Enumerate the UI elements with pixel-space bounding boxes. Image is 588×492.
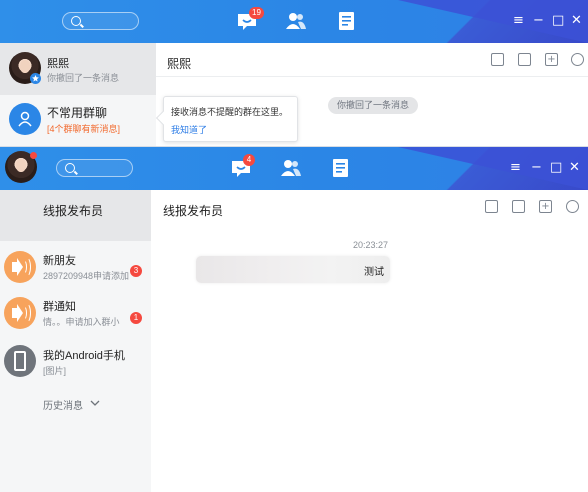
contact-preview: 你撤回了一条消息 xyxy=(47,73,120,83)
menu-icon[interactable]: ≡ xyxy=(513,14,524,28)
front-window: 4 ≡ − □ ✕ 线报发布员 新朋友 2897209948申请添加 3 群通知… xyxy=(0,146,588,492)
group-folder-item[interactable]: 不常用群聊 [4个群聊有新消息] xyxy=(0,95,156,146)
speaker-icon xyxy=(4,251,36,283)
phone-icon[interactable] xyxy=(512,200,525,213)
unread-badge: 4 xyxy=(243,154,255,166)
android-device-preview: [图片] xyxy=(43,366,67,376)
maximize-icon[interactable]: □ xyxy=(552,14,564,28)
settings-icon[interactable] xyxy=(571,53,584,66)
list-item[interactable]: 新朋友 2897209948申请添加 3 xyxy=(0,243,151,290)
message-bubble[interactable]: 测试 xyxy=(196,256,390,283)
phone-icon[interactable] xyxy=(518,53,531,66)
chat-title: 线报发布员 xyxy=(163,204,224,218)
search-icon xyxy=(71,16,81,26)
list-item[interactable]: 熙熙 你撤回了一条消息 xyxy=(0,43,156,95)
chevron-down-icon xyxy=(90,400,100,406)
tooltip-text: 接收消息不提醒的群在这里。 xyxy=(171,107,289,117)
notes-icon[interactable] xyxy=(330,158,352,178)
notes-icon[interactable] xyxy=(336,11,358,31)
system-message: 你撤回了一条消息 xyxy=(328,97,419,114)
chat-panel: 线报发布员 + 20:23:27 测试 xyxy=(151,190,588,492)
search-box[interactable] xyxy=(56,159,133,177)
contacts-icon[interactable] xyxy=(285,11,307,31)
list-item[interactable]: 我的Android手机 [图片] xyxy=(0,342,151,389)
search-icon xyxy=(65,163,75,173)
new-friends-badge: 3 xyxy=(130,265,142,277)
title-bar: 19 ≡ − □ ✕ xyxy=(0,0,588,43)
phone-device-icon xyxy=(4,345,36,377)
history-label: 历史消息 xyxy=(43,401,83,412)
list-item[interactable]: 群通知 情。。申请加入群小 1 xyxy=(0,292,151,339)
minimize-icon[interactable]: − xyxy=(533,14,544,28)
chat-title: 熙熙 xyxy=(167,57,192,71)
group-notice-name: 群通知 xyxy=(43,301,76,313)
group-icon xyxy=(9,103,41,135)
back-window: 19 ≡ − □ ✕ 熙熙 你撤回了一条消息 不常用群聊 [4个群聊有新消息] … xyxy=(0,0,588,146)
add-icon[interactable]: + xyxy=(539,200,552,213)
message-timestamp: 20:23:27 xyxy=(353,240,389,250)
tooltip-popup: 接收消息不提醒的群在这里。 我知道了 xyxy=(155,96,298,142)
screenshot-icon[interactable] xyxy=(485,200,498,213)
group-folder-name: 不常用群聊 xyxy=(47,106,108,120)
online-status-icon xyxy=(30,73,41,84)
group-folder-notice: [4个群聊有新消息] xyxy=(47,124,121,134)
contact-name: 熙熙 xyxy=(47,58,69,70)
screenshot-icon[interactable] xyxy=(491,53,504,66)
notification-dot xyxy=(30,152,37,159)
selected-contact-name: 线报发布员 xyxy=(43,204,104,218)
minimize-icon[interactable]: − xyxy=(531,161,542,175)
contacts-icon[interactable] xyxy=(280,158,302,178)
search-box[interactable] xyxy=(62,12,139,30)
history-messages-button[interactable]: 历史消息 xyxy=(43,396,113,412)
list-item-selected[interactable]: 线报发布员 xyxy=(0,190,151,241)
group-notice-badge: 1 xyxy=(130,312,142,324)
session-list: 熙熙 你撤回了一条消息 不常用群聊 [4个群聊有新消息] xyxy=(0,43,156,146)
new-friends-preview: 2897209948申请添加 xyxy=(43,271,130,281)
speaker-icon xyxy=(4,297,36,329)
group-notice-preview: 情。。申请加入群小 xyxy=(43,317,120,327)
android-device-name: 我的Android手机 xyxy=(43,350,125,362)
unread-badge: 19 xyxy=(249,7,264,19)
close-icon[interactable]: ✕ xyxy=(569,161,580,175)
maximize-icon[interactable]: □ xyxy=(550,161,562,175)
add-icon[interactable]: + xyxy=(545,53,558,66)
menu-icon[interactable]: ≡ xyxy=(510,161,521,175)
tooltip-dismiss-link[interactable]: 我知道了 xyxy=(171,123,207,136)
new-friends-name: 新朋友 xyxy=(43,255,76,267)
close-icon[interactable]: ✕ xyxy=(571,14,582,28)
settings-icon[interactable] xyxy=(566,200,579,213)
session-list: 线报发布员 新朋友 2897209948申请添加 3 群通知 情。。申请加入群小… xyxy=(0,190,151,492)
message-text: 测试 xyxy=(364,267,384,278)
title-bar: 4 ≡ − □ ✕ xyxy=(0,147,588,190)
